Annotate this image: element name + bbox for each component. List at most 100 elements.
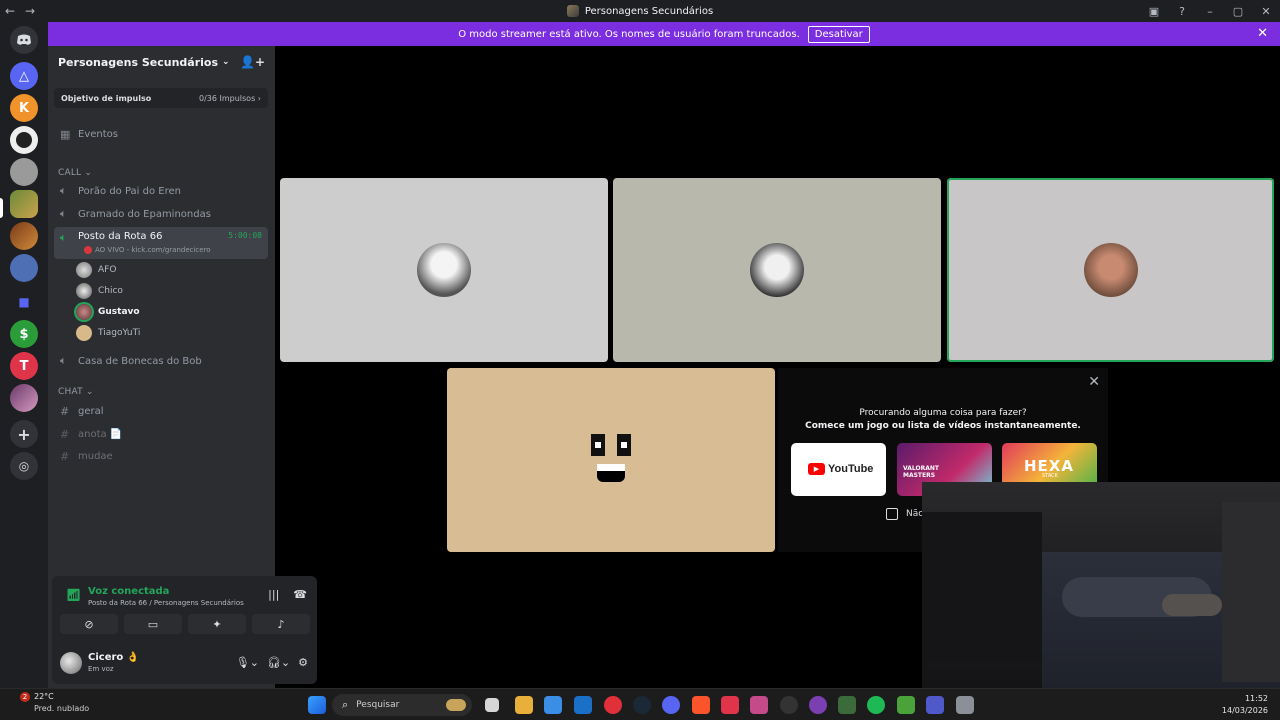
server-icon xyxy=(566,5,579,17)
app-icon-t[interactable] xyxy=(750,696,768,714)
settings-gear-icon[interactable]: ⚙ xyxy=(298,656,308,669)
add-server-icon[interactable]: + xyxy=(10,420,38,448)
windows-taskbar: 2 22°C Pred. nublado ⌕ Pesquisar 11:52 1… xyxy=(0,688,1280,720)
steam-icon[interactable] xyxy=(633,696,651,714)
hashtag-icon: # xyxy=(60,404,70,418)
server-icon-personagens[interactable] xyxy=(10,190,38,218)
app-icon-red[interactable] xyxy=(721,696,739,714)
call-timer: 5:00:08 xyxy=(228,231,262,240)
invite-people-icon[interactable]: 👤+ xyxy=(240,55,265,69)
microphone-icon[interactable]: 🎙︎⌄ xyxy=(236,656,259,669)
server-icon-t[interactable]: T xyxy=(10,352,38,380)
store-icon[interactable] xyxy=(544,696,562,714)
server-header[interactable]: Personagens Secundários ⌄ 👤+ xyxy=(48,46,275,78)
spotify-icon[interactable] xyxy=(867,696,885,714)
disconnect-icon[interactable]: ☎ xyxy=(293,588,307,601)
text-channel-1[interactable]: # geral xyxy=(54,401,268,421)
system-clock[interactable]: 11:52 14/03/2026 xyxy=(1222,693,1268,717)
category-call[interactable]: CALL ⌄ xyxy=(58,168,92,178)
voice-channel-4[interactable]: 🔈︎ Casa de Bonecas do Bob xyxy=(54,351,268,371)
app-icon-game[interactable] xyxy=(838,696,856,714)
live-status: AO VIVO - kick.com/grandecicero xyxy=(84,246,211,254)
text-channel-2[interactable]: # anota 📄 xyxy=(54,424,268,444)
disable-streamer-button[interactable]: Desativar xyxy=(807,25,870,43)
voice-channel-active[interactable]: 🔈︎ Posto da Rota 66 5:00:08 AO VIVO - ki… xyxy=(54,227,268,259)
dont-show-checkbox[interactable]: Não xyxy=(886,508,924,520)
minimize-icon[interactable]: – xyxy=(1196,0,1224,22)
app-icon-purple[interactable] xyxy=(809,696,827,714)
boost-label: Objetivo de impulso xyxy=(61,93,152,103)
voice-member[interactable]: TiagoYuTi xyxy=(76,324,140,342)
voice-location: Posto da Rota 66 / Personagens Secundári… xyxy=(88,599,244,607)
maximize-icon[interactable]: ▢ xyxy=(1224,0,1252,22)
boost-goal[interactable]: Objetivo de impulso 0/36 Impulsos › xyxy=(54,88,268,108)
noise-suppression-icon[interactable]: ||| xyxy=(268,588,279,601)
headphones-icon[interactable]: 🎧︎⌄ xyxy=(267,656,290,669)
voice-channel-1[interactable]: 🔈︎ Porão do Pai do Eren xyxy=(54,181,268,201)
youtube-card[interactable]: ▶ YouTube xyxy=(791,443,886,496)
text-channel-3[interactable]: # mudae xyxy=(54,446,268,466)
close-banner-icon[interactable]: ✕ xyxy=(1257,26,1268,41)
server-icon-cartoon[interactable] xyxy=(10,254,38,282)
file-explorer-icon[interactable] xyxy=(515,696,533,714)
discord-taskbar-icon[interactable] xyxy=(662,696,680,714)
opera-icon[interactable] xyxy=(604,696,622,714)
minecraft-icon[interactable] xyxy=(897,696,915,714)
avatar xyxy=(587,434,635,486)
participant-tile-speaking[interactable] xyxy=(947,178,1274,362)
soundboard-button[interactable]: ♪ xyxy=(252,614,310,634)
signal-icon[interactable]: 📶︎ xyxy=(66,588,81,602)
events-item[interactable]: ▦ Eventos xyxy=(54,124,268,144)
close-window-icon[interactable]: ✕ xyxy=(1252,0,1280,22)
app-icon-record[interactable] xyxy=(780,696,798,714)
server-icon-k[interactable]: K xyxy=(10,94,38,122)
avatar xyxy=(1083,243,1138,297)
folder-icon[interactable]: ■ xyxy=(10,288,38,316)
server-icon-triangle[interactable]: △ xyxy=(10,62,38,90)
forward-arrow-icon[interactable]: → xyxy=(20,0,40,22)
speaker-icon: 🔈︎ xyxy=(60,184,67,197)
outlook-icon[interactable] xyxy=(574,696,592,714)
boost-count: 0/36 Impulsos › xyxy=(198,93,261,103)
live-dot-icon xyxy=(84,246,92,254)
discord-window: ← → Personagens Secundários ▣ ? – ▢ ✕ △ … xyxy=(0,0,1280,720)
voice-member-speaking[interactable]: Gustavo xyxy=(76,303,140,321)
activity-prompt: Procurando alguma coisa para fazer? xyxy=(859,408,1027,418)
server-icon-green[interactable]: $ xyxy=(10,320,38,348)
activities-button[interactable]: ✦ xyxy=(188,614,246,634)
screen-share-button[interactable]: ▭ xyxy=(124,614,182,634)
voice-status[interactable]: Voz conectada xyxy=(88,586,169,597)
category-chat[interactable]: CHAT ⌄ xyxy=(58,387,94,397)
close-icon[interactable]: ✕ xyxy=(1088,374,1100,390)
brave-icon[interactable] xyxy=(692,696,710,714)
server-icon-fire[interactable] xyxy=(10,222,38,250)
title-bar: ← → Personagens Secundários ▣ ? – ▢ ✕ xyxy=(0,0,1280,22)
avatar xyxy=(76,304,92,320)
server-icon-seal[interactable] xyxy=(10,158,38,186)
participant-tile[interactable] xyxy=(447,368,775,552)
server-icon-anime[interactable] xyxy=(10,384,38,412)
voice-member[interactable]: AFO xyxy=(76,261,116,279)
calendar-icon: ▦ xyxy=(60,127,71,141)
back-arrow-icon[interactable]: ← xyxy=(0,0,20,22)
camera-off-button[interactable]: ⊘ xyxy=(60,614,118,634)
server-icon-character[interactable] xyxy=(10,126,38,154)
taskbar-search[interactable]: ⌕ Pesquisar xyxy=(332,694,472,716)
help-icon[interactable]: ? xyxy=(1168,0,1196,22)
avatar[interactable] xyxy=(60,652,82,674)
voice-channel-2[interactable]: 🔈︎ Gramado do Epaminondas xyxy=(54,204,268,224)
voice-member[interactable]: Chico xyxy=(76,282,123,300)
discord-home-icon[interactable] xyxy=(10,26,38,54)
checkbox-icon[interactable] xyxy=(886,508,898,520)
participant-tile[interactable] xyxy=(613,178,941,362)
windows-start-icon[interactable] xyxy=(308,696,326,714)
task-view-icon[interactable] xyxy=(485,698,499,712)
speaker-icon: 🔈︎ xyxy=(60,207,67,220)
server-rail: △ K ■ $ T + ◎ xyxy=(0,22,48,688)
discover-compass-icon[interactable]: ◎ xyxy=(10,452,38,480)
app-icon-shield[interactable] xyxy=(956,696,974,714)
user-name[interactable]: Cicero 👌 xyxy=(88,652,139,663)
inbox-icon[interactable]: ▣ xyxy=(1140,0,1168,22)
teams-icon[interactable] xyxy=(926,696,944,714)
participant-tile[interactable] xyxy=(280,178,608,362)
